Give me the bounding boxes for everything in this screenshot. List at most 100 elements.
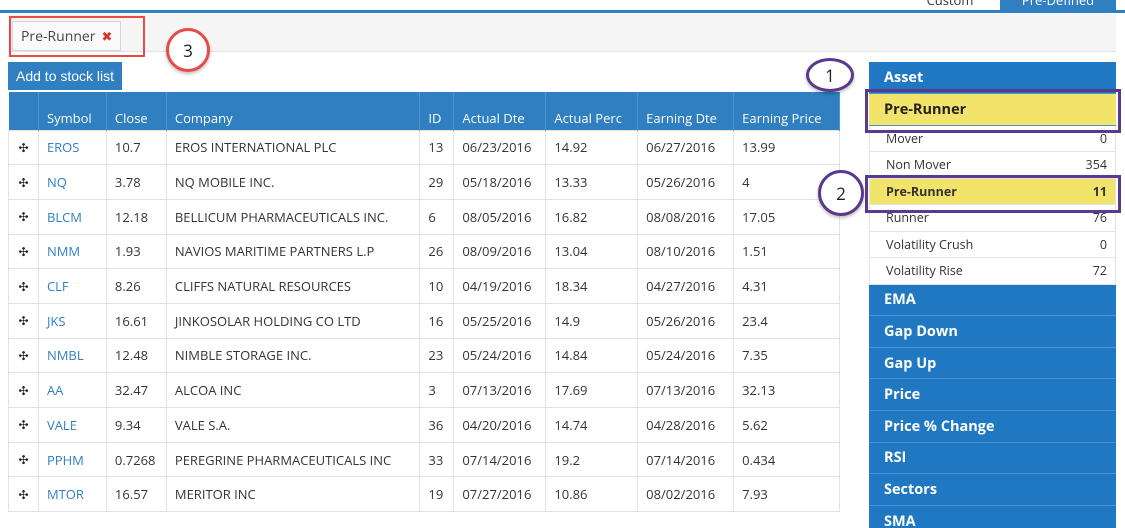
cell-actual-perc: 19.2 <box>545 441 639 478</box>
cell-close: 16.61 <box>105 302 167 339</box>
header-actual-perc[interactable]: Actual Perc <box>545 92 639 130</box>
subitem-label: Volatility Crush <box>886 235 974 253</box>
category-gap-up[interactable]: Gap Up <box>869 347 1116 380</box>
move-icon[interactable]: ✣ <box>8 476 39 513</box>
cell-actual-dte: 07/13/2016 <box>453 372 547 408</box>
cell-symbol[interactable]: MTOR <box>37 476 107 513</box>
table-row[interactable]: ✣ NQ 3.78 NQ MOBILE INC. 29 05/18/2016 13.33 05… <box>8 164 840 200</box>
cell-actual-dte: 05/24/2016 <box>453 337 547 374</box>
cell-close: 1.93 <box>105 233 167 270</box>
move-icon[interactable]: ✣ <box>8 198 39 235</box>
cell-actual-perc: 13.04 <box>545 233 639 270</box>
table-row[interactable]: ✣ JKS 16.61 JINKOSOLAR HOLDING CO LTD 16 05/2… <box>8 302 840 339</box>
cell-earning-price: 13.99 <box>733 129 840 166</box>
move-icon[interactable]: ✣ <box>8 372 39 408</box>
cell-close: 12.18 <box>105 198 167 235</box>
cell-earning-price: 4.31 <box>733 268 840 304</box>
cell-company: PEREGRINE PHARMACEUTICALS INC <box>165 441 421 478</box>
results-table: Symbol Close Company ID Actual Dte Actua… <box>8 92 840 513</box>
cell-symbol[interactable]: NMM <box>37 233 107 270</box>
table-row[interactable]: ✣ VALE 9.34 VALE S.A. 36 04/20/2016 14.74 04/28… <box>8 407 840 443</box>
table-row[interactable]: ✣ NMM 1.93 NAVIOS MARITIME PARTNERS L.P 26 08… <box>8 233 840 270</box>
callout-2: 2 <box>818 170 864 216</box>
cell-actual-dte: 08/05/2016 <box>453 198 547 235</box>
category-sma[interactable]: SMA <box>869 505 1116 528</box>
move-icon[interactable]: ✣ <box>8 164 39 200</box>
callout-3: 3 <box>166 28 210 72</box>
category-sectors[interactable]: Sectors <box>869 474 1116 506</box>
cell-earning-dte: 07/14/2016 <box>637 441 735 478</box>
header-earning-price[interactable]: Earning Price <box>733 92 840 130</box>
move-icon[interactable]: ✣ <box>8 441 39 478</box>
tab-custom[interactable]: Custom <box>904 0 996 10</box>
cell-symbol[interactable]: AA <box>37 372 107 408</box>
cell-actual-dte: 05/18/2016 <box>453 164 547 200</box>
table-row[interactable]: ✣ BLCM 12.18 BELLICUM PHARMACEUTICALS INC. 6… <box>8 198 840 235</box>
cell-symbol[interactable]: JKS <box>37 302 107 339</box>
cell-symbol[interactable]: CLF <box>37 268 107 304</box>
category-price-change[interactable]: Price % Change <box>869 410 1116 443</box>
cell-earning-dte: 04/28/2016 <box>637 407 735 443</box>
category-rsi[interactable]: RSI <box>869 442 1116 475</box>
header-icon-col <box>8 92 39 130</box>
cell-company: NIMBLE STORAGE INC. <box>165 337 421 374</box>
cell-company: MERITOR INC <box>165 476 421 513</box>
table-row[interactable]: ✣ EROS 10.7 EROS INTERNATIONAL PLC 13 06/23/2… <box>8 129 840 166</box>
cell-actual-perc: 17.69 <box>545 372 639 408</box>
cell-actual-perc: 16.82 <box>545 198 639 235</box>
subitem-count: 72 <box>1092 262 1107 280</box>
table-row[interactable]: ✣ PPHM 0.7268 PEREGRINE PHARMACEUTICALS INC… <box>8 441 840 478</box>
callout-1: 1 <box>806 58 854 92</box>
cell-actual-dte: 07/14/2016 <box>453 441 547 478</box>
move-icon[interactable]: ✣ <box>8 233 39 270</box>
table-row[interactable]: ✣ CLF 8.26 CLIFFS NATURAL RESOURCES 10 04/19/… <box>8 268 840 304</box>
cell-close: 3.78 <box>105 164 167 200</box>
cell-earning-dte: 05/26/2016 <box>637 302 735 339</box>
cell-symbol[interactable]: NMBL <box>37 337 107 374</box>
cell-actual-perc: 10.86 <box>545 476 639 513</box>
cell-id: 36 <box>419 407 455 443</box>
cell-earning-dte: 05/24/2016 <box>637 337 735 374</box>
header-actual-dte[interactable]: Actual Dte <box>453 92 547 130</box>
cell-symbol[interactable]: BLCM <box>37 198 107 235</box>
subitem-volatility-crush[interactable]: Volatility Crush 0 <box>869 231 1116 259</box>
cell-id: 6 <box>419 198 455 235</box>
table-row[interactable]: ✣ MTOR 16.57 MERITOR INC 19 07/27/2016 10.86 08… <box>8 476 840 513</box>
header-earning-dte[interactable]: Earning Dte <box>637 92 735 130</box>
move-icon[interactable]: ✣ <box>8 268 39 304</box>
table-row[interactable]: ✣ NMBL 12.48 NIMBLE STORAGE INC. 23 05/24/201… <box>8 337 840 374</box>
cell-actual-perc: 14.84 <box>545 337 639 374</box>
header-id[interactable]: ID <box>419 92 455 130</box>
annotation-box-2 <box>865 175 1121 213</box>
cell-close: 16.57 <box>105 476 167 513</box>
header-company[interactable]: Company <box>166 92 421 130</box>
cell-symbol[interactable]: VALE <box>37 407 107 443</box>
header-close[interactable]: Close <box>106 92 167 130</box>
move-icon[interactable]: ✣ <box>8 337 39 374</box>
cell-close: 10.7 <box>105 129 167 166</box>
tab-custom-label: Custom <box>926 0 974 9</box>
cell-actual-dte: 08/09/2016 <box>453 233 547 270</box>
category-ema[interactable]: EMA <box>869 284 1116 317</box>
cell-symbol[interactable]: NQ <box>37 164 107 200</box>
cell-symbol[interactable]: PPHM <box>37 441 107 478</box>
cell-actual-dte: 04/19/2016 <box>453 268 547 304</box>
header-symbol[interactable]: Symbol <box>38 92 107 130</box>
cell-company: EROS INTERNATIONAL PLC <box>165 129 421 166</box>
move-icon[interactable]: ✣ <box>8 302 39 339</box>
add-to-stock-list-button[interactable]: Add to stock list <box>8 62 123 90</box>
cell-actual-dte: 04/20/2016 <box>453 407 547 443</box>
tab-predefined[interactable]: Pre-Defined <box>1000 0 1116 10</box>
cell-symbol[interactable]: EROS <box>37 129 107 166</box>
subitem-volatility-rise[interactable]: Volatility Rise 72 <box>869 258 1116 285</box>
move-icon[interactable]: ✣ <box>8 407 39 443</box>
cell-earning-dte: 08/10/2016 <box>637 233 735 270</box>
move-icon[interactable]: ✣ <box>8 129 39 166</box>
table-row[interactable]: ✣ AA 32.47 ALCOA INC 3 07/13/2016 17.69 07/13/2… <box>8 372 840 408</box>
category-gap-down[interactable]: Gap Down <box>869 316 1116 348</box>
category-price[interactable]: Price <box>869 379 1116 411</box>
cell-actual-perc: 18.34 <box>545 268 639 304</box>
tab-underline <box>0 10 1125 13</box>
cell-actual-dte: 05/25/2016 <box>453 302 547 339</box>
cell-close: 12.48 <box>105 337 167 374</box>
